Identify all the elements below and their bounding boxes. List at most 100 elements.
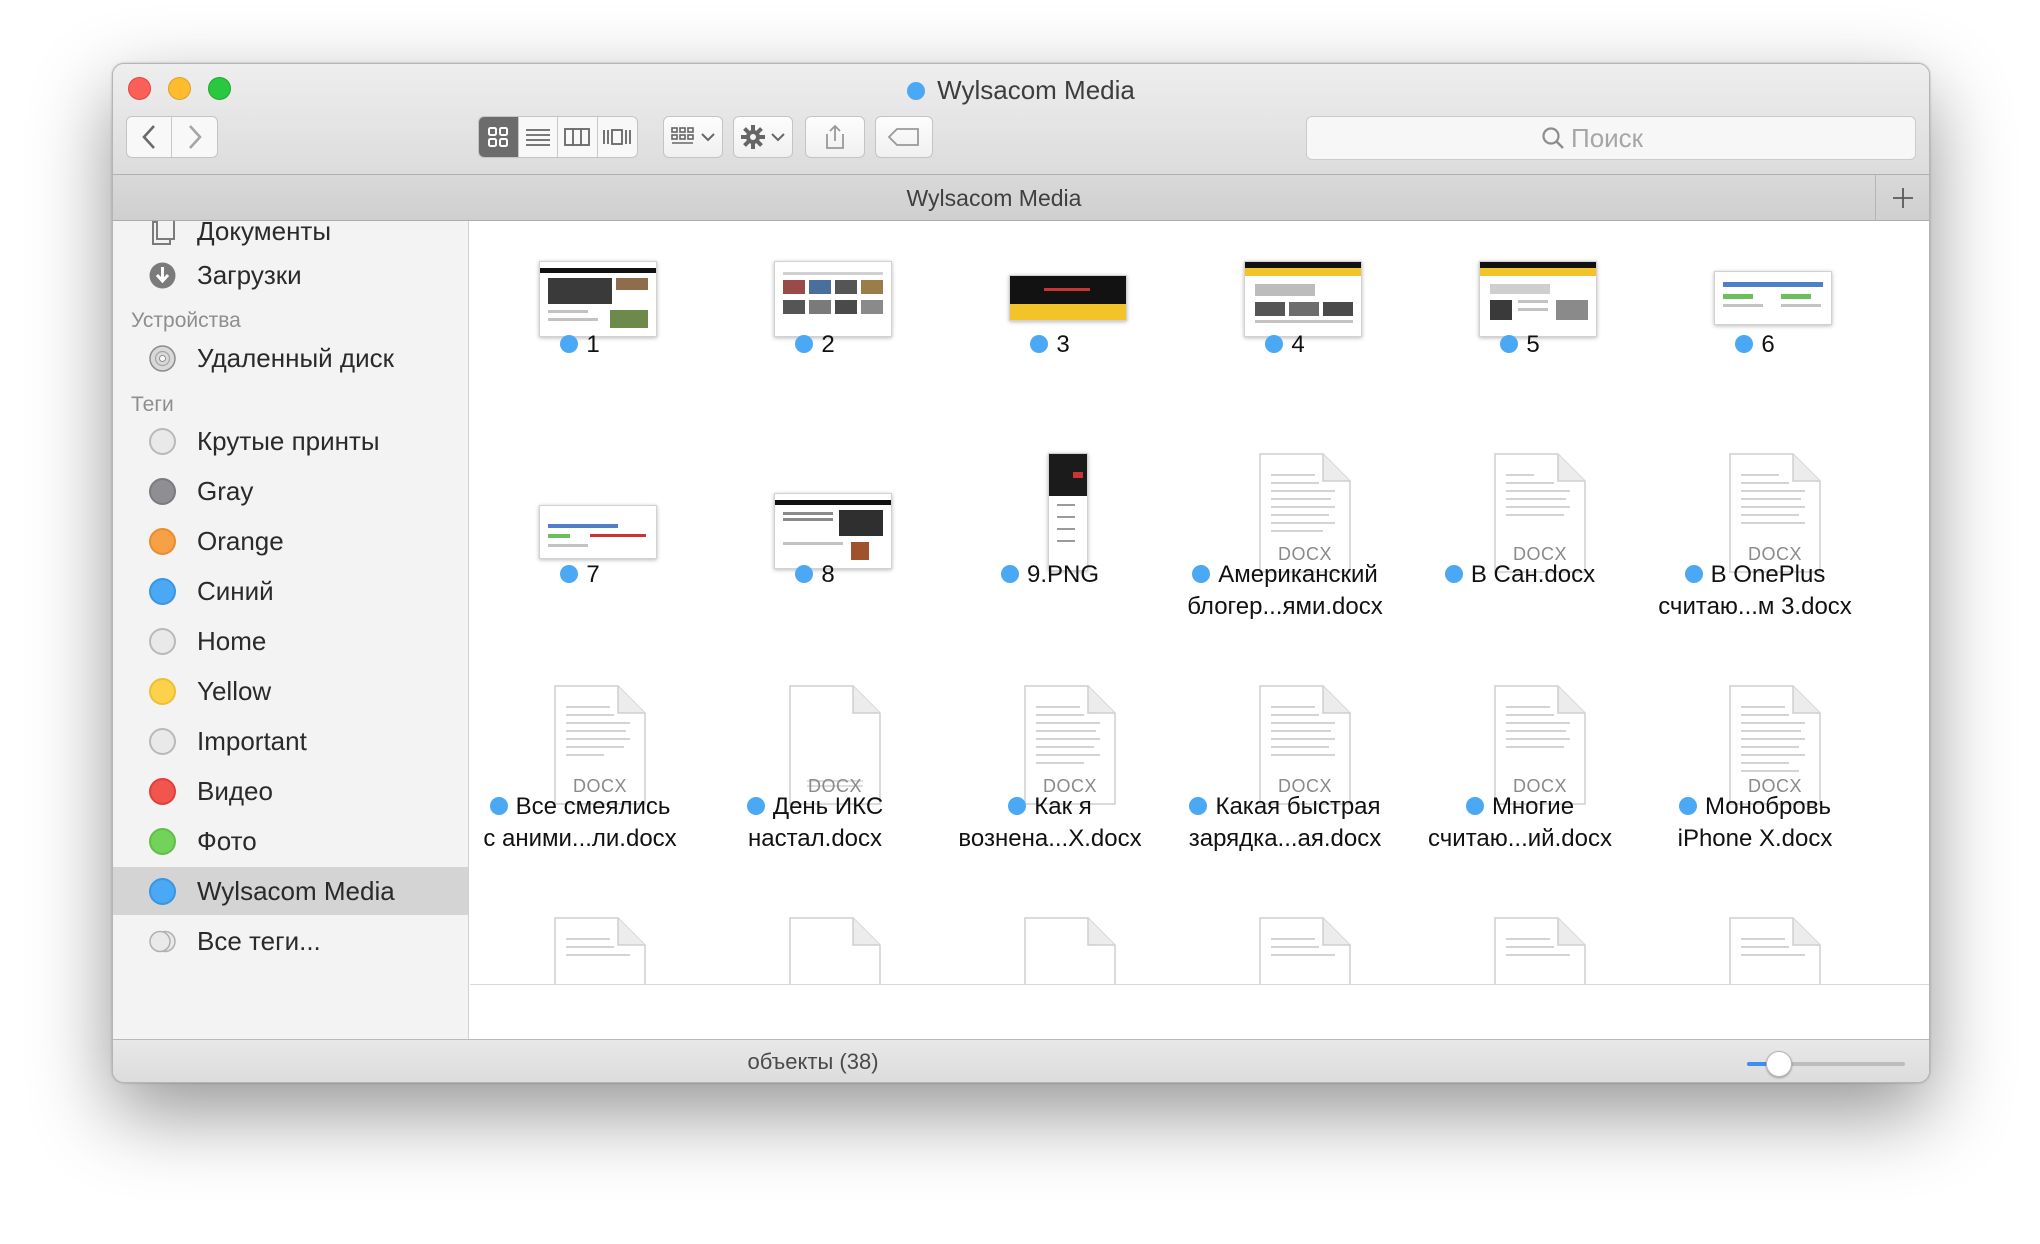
sidebar-tag-gray[interactable]: Gray bbox=[113, 467, 468, 515]
docx-extension-label: DOCX bbox=[1747, 544, 1802, 564]
sidebar-item-label: Wylsacom Media bbox=[197, 875, 395, 906]
sidebar-all-tags[interactable]: Все теги... bbox=[113, 917, 468, 965]
sidebar-item-label: Все теги... bbox=[197, 925, 321, 956]
file-item-3[interactable]: 3 bbox=[940, 221, 1160, 421]
file-item-docx-mnogie[interactable]: DOCX Многие считаю...ий.docx bbox=[1410, 685, 1630, 885]
file-item-docx-kakaya-bystraya[interactable]: DOCX Какая быстрая зарядка...ая.docx bbox=[1175, 685, 1395, 885]
file-item-docx-vse-smeyalis[interactable]: DOCX Все смеялись с аними...ли.docx bbox=[470, 685, 690, 885]
file-thumbnail bbox=[1009, 275, 1127, 321]
tab-wylsacom-media[interactable]: Wylsacom Media bbox=[113, 175, 1875, 221]
file-item-1[interactable]: 1 bbox=[470, 221, 690, 421]
share-icon bbox=[826, 124, 844, 149]
sidebar-tag-yellow[interactable]: Yellow bbox=[113, 667, 468, 715]
tag-color-dot-icon bbox=[149, 878, 176, 905]
back-button[interactable] bbox=[127, 117, 173, 157]
file-item-partial[interactable] bbox=[1410, 917, 1630, 984]
file-item-8[interactable]: 8 bbox=[705, 453, 925, 653]
tag-color-dot-icon bbox=[149, 628, 176, 655]
tag-icon bbox=[888, 128, 919, 146]
new-tab-button[interactable] bbox=[1875, 175, 1929, 221]
chevron-left-icon bbox=[142, 125, 155, 149]
tag-color-dot-icon bbox=[149, 428, 176, 455]
tag-dot-icon bbox=[1000, 565, 1019, 583]
sidebar-item-downloads[interactable]: Загрузки bbox=[113, 251, 468, 299]
file-name: Многие считаю...ий.docx bbox=[1428, 793, 1612, 852]
file-item-docx-v-san[interactable]: DOCX В Сан.docx bbox=[1410, 453, 1630, 653]
sidebar-tag-home[interactable]: Home bbox=[113, 617, 468, 665]
file-item-partial[interactable] bbox=[705, 917, 925, 984]
column-view-button[interactable] bbox=[558, 117, 598, 157]
file-name: День ИКС настал.docx bbox=[746, 793, 884, 852]
file-item-4[interactable]: 4 bbox=[1175, 221, 1395, 421]
sidebar-tag-krutye-printy[interactable]: Крутые принты bbox=[113, 417, 468, 465]
icon-size-slider-knob[interactable] bbox=[1765, 1051, 1792, 1077]
icon-size-slider[interactable] bbox=[1747, 1051, 1905, 1077]
tag-dot-icon bbox=[560, 565, 579, 583]
file-item-docx-kak-ya[interactable]: DOCX Как я вознена...X.docx bbox=[940, 685, 1160, 885]
file-item-2[interactable]: 2 bbox=[705, 221, 925, 421]
tag-dot-icon bbox=[560, 335, 579, 353]
file-name: 3 bbox=[940, 329, 1160, 361]
file-thumbnail bbox=[1244, 261, 1362, 337]
tag-color-dot-icon bbox=[149, 728, 176, 755]
icon-view-button[interactable] bbox=[479, 117, 519, 157]
file-name: Монобровь iPhone X.docx bbox=[1677, 793, 1833, 852]
file-item-docx-den-iks[interactable]: DOCX День ИКС настал.docx bbox=[705, 685, 925, 885]
file-item-partial[interactable] bbox=[1175, 917, 1395, 984]
tag-dot-icon bbox=[1008, 797, 1027, 815]
tag-color-dot-icon bbox=[149, 778, 176, 805]
file-item-6[interactable]: 6 bbox=[1645, 221, 1865, 421]
list-view-button[interactable] bbox=[519, 117, 558, 157]
file-item-partial[interactable] bbox=[940, 917, 1160, 984]
search-field[interactable] bbox=[1306, 116, 1916, 160]
file-name: В Сан.docx bbox=[1410, 559, 1630, 591]
file-item-partial[interactable] bbox=[1645, 917, 1865, 984]
tag-dot-icon bbox=[795, 335, 814, 353]
file-item-docx-monobrov[interactable]: DOCX Монобровь iPhone X.docx bbox=[1645, 685, 1865, 885]
sidebar-tag-wylsacom-media[interactable]: Wylsacom Media bbox=[113, 867, 468, 915]
action-button[interactable] bbox=[733, 116, 793, 158]
tag-dot-icon bbox=[1500, 335, 1519, 353]
chevron-right-icon bbox=[188, 125, 202, 149]
file-item-docx-v-oneplus[interactable]: DOCX В OnePlus считаю...м 3.docx bbox=[1645, 453, 1865, 653]
cover-flow-button[interactable] bbox=[598, 117, 637, 157]
forward-button[interactable] bbox=[172, 117, 217, 157]
search-input[interactable] bbox=[1571, 122, 1681, 154]
sidebar-item-label: Крутые принты bbox=[197, 425, 380, 456]
sidebar-tag-photo[interactable]: Фото bbox=[113, 817, 468, 865]
file-thumbnail bbox=[1479, 261, 1597, 337]
file-name: Какая быстрая зарядка...ая.docx bbox=[1188, 793, 1382, 852]
file-item-9-png[interactable]: 9.PNG bbox=[940, 453, 1160, 653]
share-button[interactable] bbox=[805, 116, 865, 158]
sidebar-tag-video[interactable]: Видео bbox=[113, 767, 468, 815]
file-item-5[interactable]: 5 bbox=[1410, 221, 1630, 421]
sidebar-item-label: Orange bbox=[197, 525, 284, 556]
file-item-7[interactable]: 7 bbox=[470, 453, 690, 653]
file-name: Все смеялись с аними...ли.docx bbox=[483, 793, 677, 852]
sidebar-tag-blue[interactable]: Синий bbox=[113, 567, 468, 615]
tag-dot-icon bbox=[1030, 335, 1049, 353]
file-thumbnail bbox=[1714, 271, 1832, 325]
sidebar-item-remote-disc[interactable]: Удаленный диск bbox=[113, 334, 468, 382]
sidebar-tag-orange[interactable]: Orange bbox=[113, 517, 468, 565]
view-mode-control bbox=[478, 116, 638, 158]
file-name: 1 bbox=[470, 329, 690, 361]
sidebar-item-label: Видео bbox=[197, 775, 273, 806]
file-name: 6 bbox=[1645, 329, 1865, 361]
file-item-docx-amerikanskiy[interactable]: DOCX Американский блогер...ями.docx bbox=[1175, 453, 1395, 653]
docx-file-icon bbox=[1259, 917, 1351, 984]
file-name: 5 bbox=[1410, 329, 1630, 361]
arrange-button[interactable] bbox=[663, 116, 723, 158]
grid-arrange-icon bbox=[671, 127, 694, 144]
file-item-partial[interactable] bbox=[470, 917, 690, 984]
edit-tags-button[interactable] bbox=[875, 116, 933, 158]
file-name: Американский блогер...ями.docx bbox=[1187, 561, 1383, 620]
tag-dot-icon bbox=[1735, 335, 1754, 353]
tag-color-dot-icon bbox=[149, 478, 176, 505]
tag-dot-icon bbox=[795, 565, 814, 583]
sidebar-tag-important[interactable]: Important bbox=[113, 717, 468, 765]
docx-extension-label: DOCX bbox=[1512, 776, 1567, 796]
sidebar-item-documents[interactable]: Документы bbox=[113, 221, 468, 255]
tag-color-dot-icon bbox=[149, 828, 176, 855]
chevron-down-icon bbox=[701, 133, 715, 142]
